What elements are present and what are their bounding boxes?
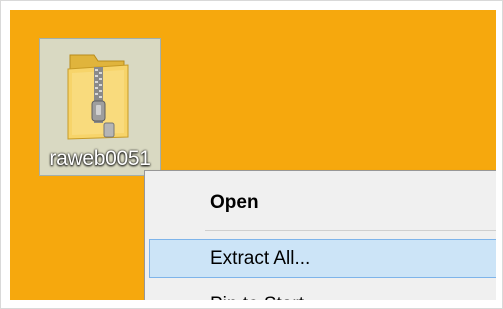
menu-item-extract-all[interactable]: Extract All...: [149, 239, 496, 278]
desktop-file-raweb0051[interactable]: raweb0051: [39, 38, 161, 176]
context-menu: Open Extract All... Pin to Start: [144, 170, 496, 300]
menu-item-open[interactable]: Open: [149, 183, 496, 222]
menu-separator: [205, 230, 496, 231]
screenshot-frame: raweb0051 Open Extract All... Pin to Sta…: [0, 0, 503, 309]
desktop[interactable]: raweb0051 Open Extract All... Pin to Sta…: [10, 10, 496, 300]
menu-item-pin-to-start[interactable]: Pin to Start: [149, 285, 496, 300]
file-name-label: raweb0051: [49, 147, 151, 170]
zip-folder-icon: [67, 54, 129, 140]
